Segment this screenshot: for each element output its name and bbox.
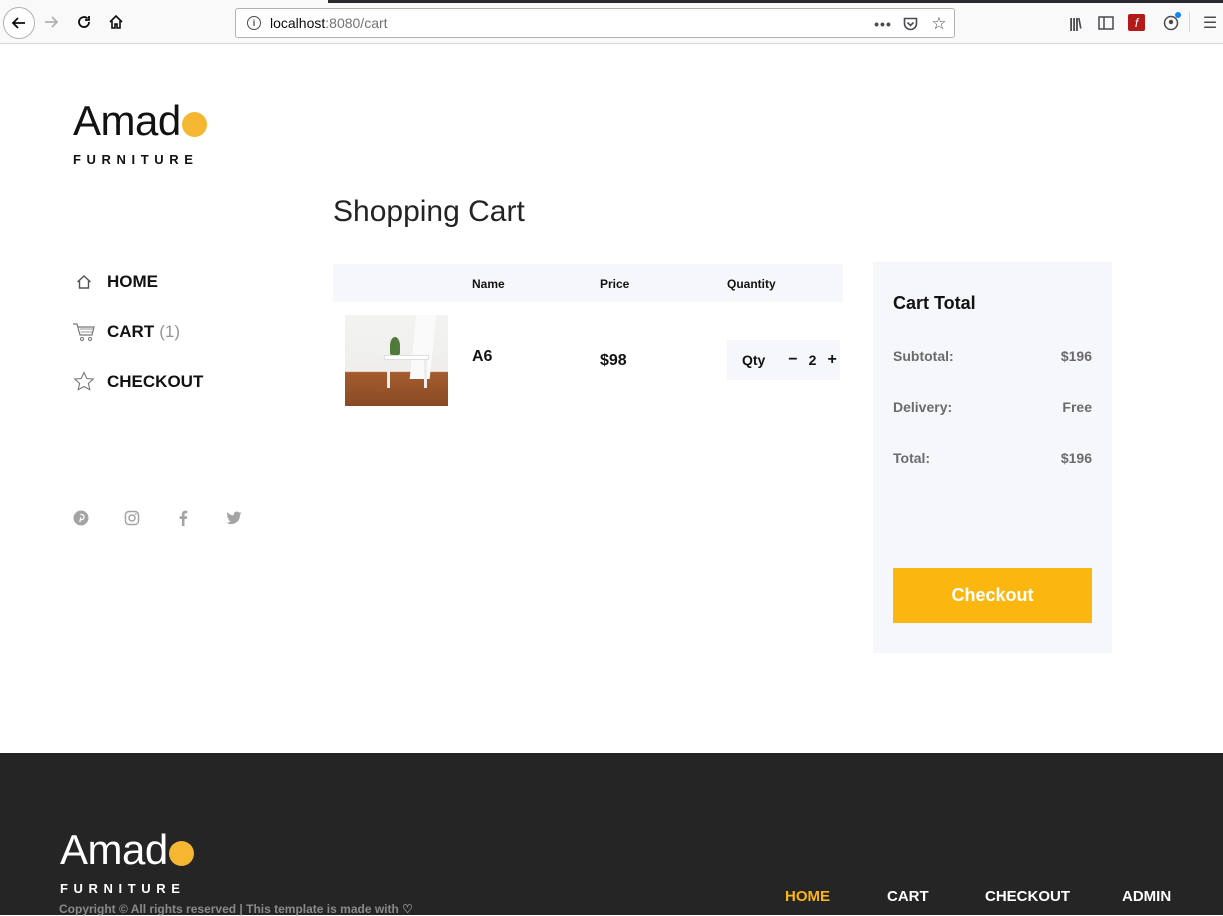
total-label: Total: xyxy=(893,450,931,466)
account-icon[interactable] xyxy=(1160,12,1182,34)
product-price: $98 xyxy=(600,352,627,369)
url-host: localhost xyxy=(270,15,326,31)
page-actions-icon[interactable]: ••• xyxy=(872,13,894,35)
product-name[interactable]: A6 xyxy=(472,348,492,366)
product-image[interactable] xyxy=(345,315,448,406)
tab-strip xyxy=(0,0,1223,3)
logo-tagline: FURNITURE xyxy=(73,152,199,167)
brand-logo[interactable]: Amad FURNITURE xyxy=(73,100,207,167)
hamburger-menu-icon[interactable]: ☰ xyxy=(1199,12,1221,34)
footer-nav-cart[interactable]: CART xyxy=(887,888,929,905)
info-icon[interactable]: i xyxy=(247,16,261,30)
pocket-icon[interactable] xyxy=(899,13,921,35)
delivery-label: Delivery: xyxy=(893,399,953,415)
footer-nav-checkout[interactable]: CHECKOUT xyxy=(985,888,1070,905)
logo-text: Amad xyxy=(73,97,181,144)
reload-button[interactable] xyxy=(70,8,98,36)
address-bar[interactable]: i localhost:8080/cart ••• ☆ xyxy=(235,8,955,38)
increase-qty-button[interactable]: + xyxy=(824,351,840,369)
home-icon xyxy=(109,14,123,29)
sidebar-item-cart[interactable]: CART (1) xyxy=(72,320,203,344)
facebook-icon[interactable] xyxy=(174,509,192,527)
copyright-text: Copyright © All rights reserved | This t… xyxy=(59,902,413,916)
url-path: :8080/cart xyxy=(325,15,388,31)
browser-toolbar: i localhost:8080/cart ••• ☆ |||\ f ☰ xyxy=(0,0,1223,44)
footer-nav-home[interactable]: HOME xyxy=(785,888,830,905)
toolbar-separator xyxy=(1189,12,1190,32)
library-icon[interactable]: |||\ xyxy=(1064,12,1086,34)
cart-count-badge: (1) xyxy=(159,322,180,341)
decrease-qty-button[interactable]: − xyxy=(785,351,801,369)
logo-dot xyxy=(181,111,207,137)
star-icon xyxy=(72,370,96,394)
logo-text: Amad xyxy=(60,826,168,873)
subtotal-row: Subtotal: $196 xyxy=(893,348,1092,364)
subtotal-value: $196 xyxy=(1060,348,1092,364)
column-header-name: Name xyxy=(472,277,505,291)
sidebar-item-label: HOME xyxy=(107,272,158,291)
total-row: Total: $196 xyxy=(893,450,1092,466)
image-detail xyxy=(387,360,390,388)
page-title: Shopping Cart xyxy=(333,195,525,228)
sidebar-icon[interactable] xyxy=(1095,12,1117,34)
delivery-value: Free xyxy=(1062,399,1092,415)
column-header-price: Price xyxy=(600,277,630,291)
twitter-icon[interactable] xyxy=(225,509,243,527)
cart-icon xyxy=(72,320,96,344)
logo-wordmark: Amad xyxy=(60,829,194,871)
logo-wordmark: Amad xyxy=(73,100,207,142)
total-value: $196 xyxy=(1060,450,1092,466)
arrow-right-icon xyxy=(45,16,59,28)
active-tab-indicator xyxy=(0,0,328,3)
arrow-left-icon xyxy=(11,17,25,29)
footer-logo[interactable]: Amad FURNITURE xyxy=(60,829,194,896)
cart-total-title: Cart Total xyxy=(893,293,976,313)
delivery-row: Delivery: Free xyxy=(893,399,1092,415)
cart-table: Name Price Quantity A6 $98 Qty − 2 + xyxy=(333,264,843,417)
image-detail xyxy=(424,360,427,388)
pinterest-icon[interactable] xyxy=(72,509,90,527)
table-row: A6 $98 Qty − 2 + xyxy=(333,302,843,417)
logo-dot xyxy=(168,840,194,866)
browser-home-button[interactable] xyxy=(102,8,130,36)
sidebar-item-label: CART xyxy=(107,322,155,341)
sidebar-item-label: CHECKOUT xyxy=(107,372,204,391)
quantity-stepper: Qty − 2 + xyxy=(727,340,840,380)
social-links xyxy=(72,509,276,527)
cart-total-panel: Cart Total Subtotal: $196 Delivery: Free… xyxy=(873,262,1112,653)
image-detail xyxy=(409,315,437,379)
reload-icon xyxy=(78,16,90,28)
back-button[interactable] xyxy=(3,7,35,39)
checkout-button[interactable]: Checkout xyxy=(893,568,1092,623)
bookmark-star-icon[interactable]: ☆ xyxy=(928,13,950,35)
url-text[interactable]: localhost:8080/cart xyxy=(270,15,388,31)
table-header: Name Price Quantity xyxy=(333,264,843,302)
sidebar-item-checkout[interactable]: CHECKOUT xyxy=(72,370,203,394)
sidebar-item-home[interactable]: HOME xyxy=(72,270,203,294)
site-footer: Amad FURNITURE Copyright © All rights re… xyxy=(0,753,1223,916)
subtotal-label: Subtotal: xyxy=(893,348,954,364)
footer-nav-admin[interactable]: ADMIN xyxy=(1122,888,1171,905)
home-icon xyxy=(72,270,96,294)
notification-dot xyxy=(1175,12,1181,18)
qty-label: Qty xyxy=(742,352,766,368)
instagram-icon[interactable] xyxy=(123,509,141,527)
image-detail xyxy=(384,355,429,360)
column-header-quantity: Quantity xyxy=(727,277,776,291)
image-detail xyxy=(390,337,400,355)
forward-button[interactable] xyxy=(37,8,65,36)
qty-value[interactable]: 2 xyxy=(801,352,825,368)
side-navigation: HOME CART (1) CHECKOUT xyxy=(72,270,203,420)
logo-tagline: FURNITURE xyxy=(60,881,186,896)
flash-icon[interactable]: f xyxy=(1128,14,1145,31)
